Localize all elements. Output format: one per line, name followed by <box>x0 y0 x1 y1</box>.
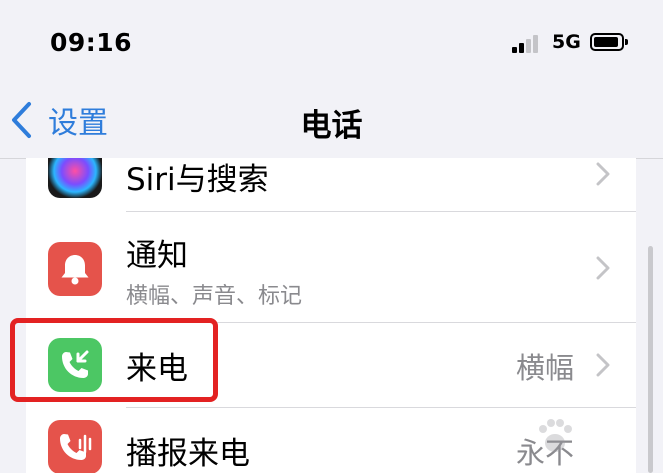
list-item-value: 横幅 <box>515 351 574 385</box>
status-time: 09:16 <box>50 28 133 57</box>
network-type: 5G <box>552 31 581 53</box>
list-item-sublabel: 横幅、声音、标记 <box>126 284 303 309</box>
highlight-box <box>10 318 218 402</box>
chevron-right-icon <box>596 256 610 280</box>
chevron-right-icon <box>596 353 610 377</box>
siri-icon <box>48 158 102 198</box>
paw-icon <box>539 419 572 452</box>
signal-icon <box>512 33 542 53</box>
bell-icon <box>48 242 102 296</box>
list-item-label: 通知 <box>126 238 188 274</box>
list-item-label: 播报来电 <box>126 436 250 472</box>
list-item-siri[interactable]: Siri与搜索 <box>26 158 636 214</box>
list-item-notifications[interactable]: 通知 横幅、声音、标记 <box>26 212 636 322</box>
status-bar: 09:16 5G <box>0 0 663 80</box>
page-title: 电话 <box>300 108 363 144</box>
list-item-label: Siri与搜索 <box>126 162 269 198</box>
chevron-right-icon <box>596 162 610 186</box>
announce-call-icon <box>48 420 102 473</box>
battery-icon <box>590 33 628 51</box>
navigation-bar: 设置 电话 <box>0 80 663 159</box>
